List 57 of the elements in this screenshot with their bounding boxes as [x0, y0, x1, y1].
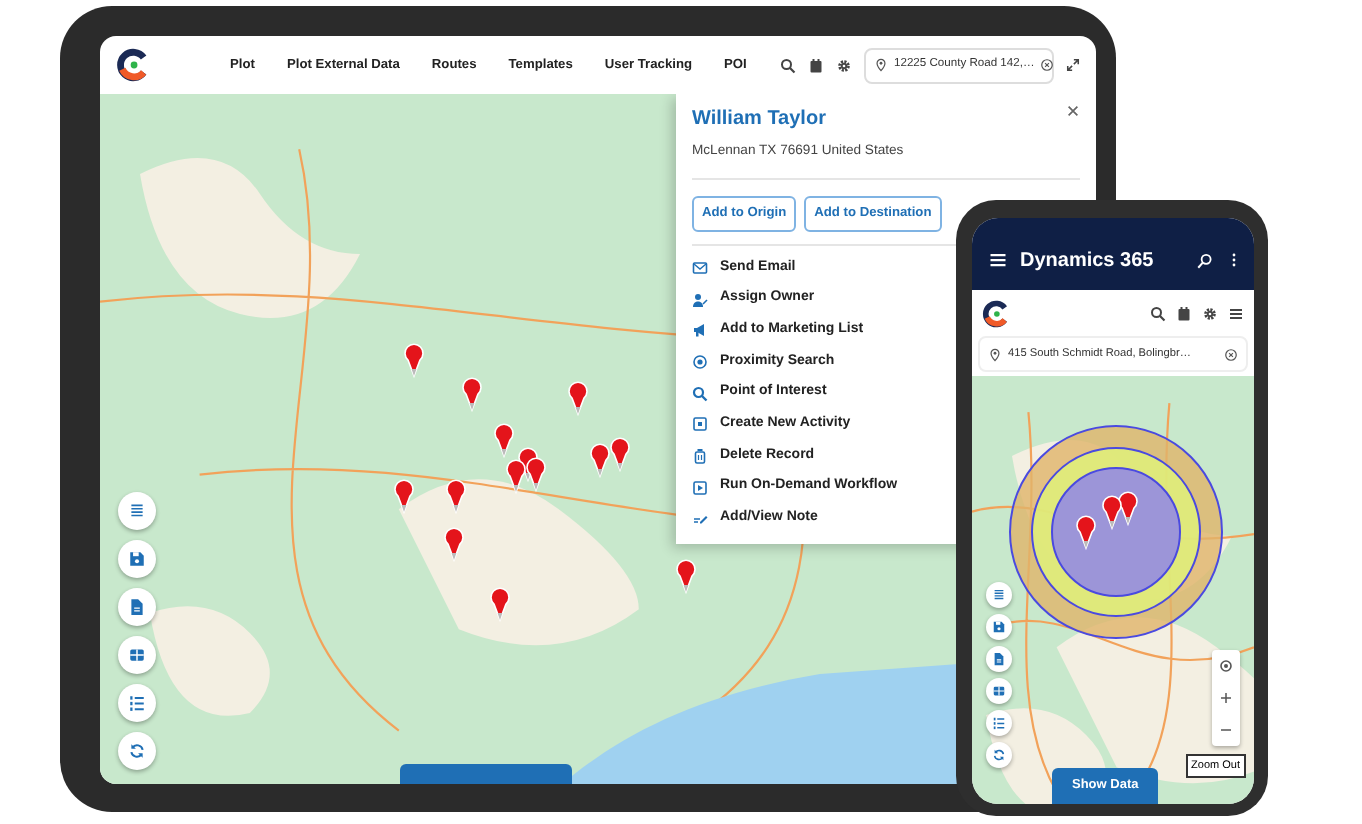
map-pin[interactable]	[394, 479, 414, 513]
zoom-control[interactable]	[1212, 650, 1240, 746]
list-icon	[128, 502, 146, 520]
locate-icon[interactable]	[1218, 658, 1234, 674]
trash-icon	[692, 448, 708, 465]
search-icon[interactable]	[1196, 251, 1214, 269]
pencil-note-icon	[692, 510, 708, 527]
search-icon[interactable]	[1150, 305, 1166, 321]
refresh-icon	[992, 748, 1006, 762]
numbered-list-icon	[128, 694, 146, 712]
zoom-in-icon[interactable]	[1218, 690, 1234, 706]
map-pin[interactable]	[526, 457, 546, 491]
map-pin[interactable]	[446, 479, 466, 513]
map-pin[interactable]	[490, 587, 510, 621]
contact-name: William Taylor	[692, 106, 828, 134]
map-pin[interactable]	[462, 377, 482, 411]
map-pin[interactable]	[1076, 515, 1096, 549]
document-icon	[992, 652, 1006, 666]
refresh-icon	[128, 742, 146, 760]
menu-icon[interactable]	[1228, 305, 1244, 321]
calendar-icon[interactable]	[1176, 305, 1192, 321]
list-icon	[992, 588, 1006, 602]
map-pin[interactable]	[610, 437, 630, 471]
map-pin[interactable]	[590, 443, 610, 477]
app-title: Dynamics 365	[1020, 247, 1156, 275]
logo-icon	[116, 48, 150, 82]
calendar-icon[interactable]	[808, 57, 824, 73]
land-area	[149, 606, 270, 716]
map-pin[interactable]	[568, 381, 588, 415]
envelope-icon	[692, 259, 708, 276]
map-pin[interactable]	[506, 459, 526, 493]
map-pin[interactable]	[494, 423, 514, 457]
location-pin-icon	[988, 347, 1002, 361]
settings-icon[interactable]	[836, 57, 852, 73]
grid-icon	[128, 646, 146, 664]
megaphone-icon	[692, 322, 708, 339]
search-icon[interactable]	[780, 57, 796, 73]
logo-icon	[982, 299, 1010, 327]
play-square-icon	[692, 479, 708, 496]
target-icon	[692, 353, 708, 370]
location-pin-icon	[874, 58, 888, 72]
clear-icon[interactable]	[1040, 58, 1055, 72]
document-icon	[128, 598, 146, 616]
add-square-icon	[692, 416, 708, 433]
clear-icon[interactable]	[1224, 347, 1238, 361]
expand-icon[interactable]	[1066, 58, 1080, 72]
map-pin[interactable]	[1118, 491, 1138, 525]
magnifier-icon	[692, 385, 708, 402]
close-icon[interactable]	[1066, 104, 1080, 118]
grid-icon	[992, 684, 1006, 698]
settings-icon[interactable]	[1202, 305, 1218, 321]
numbered-list-icon	[992, 716, 1006, 730]
map-pin[interactable]	[1102, 495, 1122, 529]
map-pin[interactable]	[444, 527, 464, 561]
person-icon	[692, 291, 708, 308]
map-pin[interactable]	[676, 559, 696, 593]
map-pin[interactable]	[404, 343, 424, 377]
